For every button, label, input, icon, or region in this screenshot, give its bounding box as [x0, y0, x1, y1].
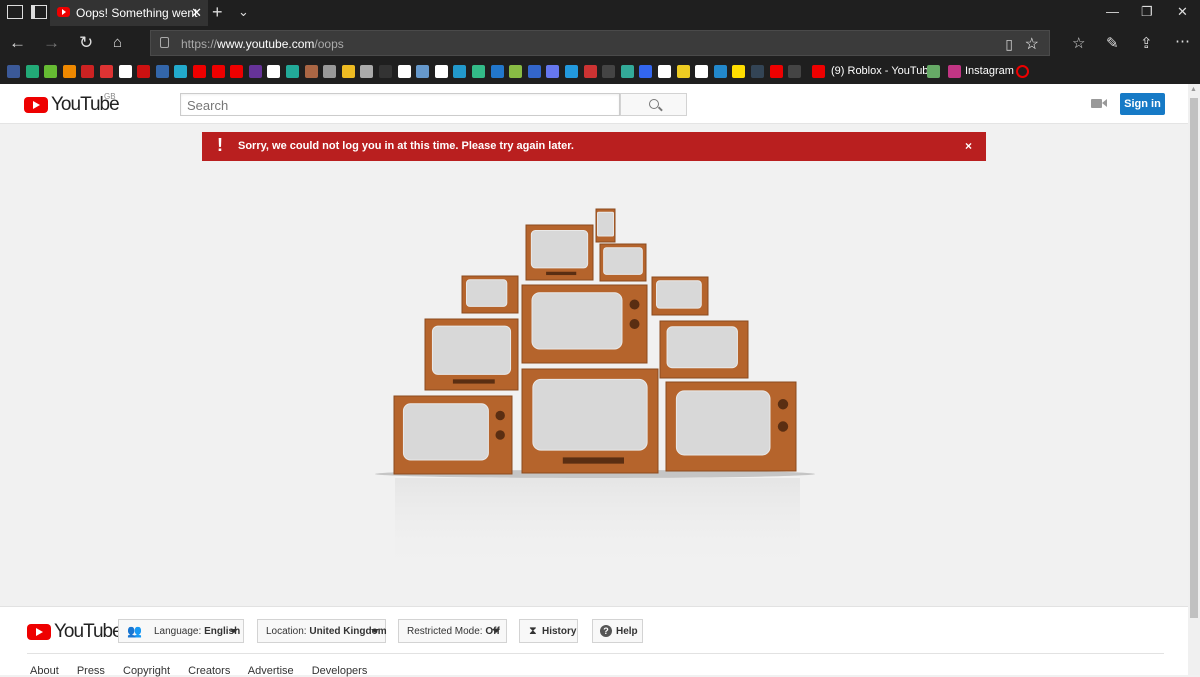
tv-knob — [629, 299, 640, 310]
tv-screen — [531, 292, 623, 350]
youtube-play-icon — [27, 624, 51, 640]
footer-links: About Press Copyright Creators Advertise… — [30, 665, 382, 677]
help-label: Help — [616, 626, 638, 637]
footer-link[interactable]: Creators — [188, 665, 230, 677]
restricted-mode-button[interactable]: Restricted Mode: Off — [398, 619, 507, 643]
footer-link[interactable]: About — [30, 665, 59, 677]
history-icon: ⧗ — [529, 625, 537, 637]
tv-reflection — [395, 478, 800, 573]
footer: YouTube 👥 Language: English Location: Un… — [0, 606, 1188, 677]
tv-screen — [675, 390, 771, 456]
footer-link[interactable]: Copyright — [123, 665, 170, 677]
tv-knob — [495, 410, 505, 421]
tv-screen — [465, 279, 508, 307]
tv-grille — [452, 379, 495, 384]
tv-screen — [431, 325, 512, 375]
language-icon: 👥 — [127, 624, 142, 638]
footer-link[interactable]: Press — [77, 665, 105, 677]
caret-down-icon — [492, 629, 500, 633]
history-button[interactable]: ⧗ History — [519, 619, 578, 643]
tv-knob — [777, 399, 789, 410]
tv-screen — [655, 280, 702, 309]
tv-grille — [562, 457, 624, 464]
footer-link[interactable]: Developers — [312, 665, 368, 677]
tv-stack-illustration — [375, 208, 815, 573]
location-button[interactable]: Location: United Kingdom — [257, 619, 387, 643]
tv-knob — [777, 421, 789, 432]
footer-divider — [27, 653, 1164, 654]
tv-screen — [597, 211, 614, 237]
footer-logo-text: YouTube — [54, 621, 123, 642]
help-button[interactable]: ? Help — [592, 619, 643, 643]
footer-link[interactable]: Advertise — [248, 665, 294, 677]
tv-knob — [629, 319, 640, 329]
language-button[interactable]: 👥 Language: English — [118, 619, 244, 643]
tv-screen — [532, 378, 648, 451]
tv-screen — [603, 247, 643, 275]
help-icon: ? — [600, 625, 612, 637]
history-label: History — [542, 626, 577, 637]
language-label: Language: — [154, 626, 202, 637]
tv-knob — [495, 430, 505, 440]
tv-screen — [402, 403, 489, 461]
caret-down-icon — [230, 629, 238, 633]
location-label: Location: — [266, 626, 307, 637]
caret-down-icon — [371, 629, 379, 633]
tv-screen — [530, 230, 589, 269]
tv-grille — [546, 271, 577, 276]
tv-screen — [666, 326, 738, 369]
restricted-label: Restricted Mode: — [407, 626, 483, 637]
